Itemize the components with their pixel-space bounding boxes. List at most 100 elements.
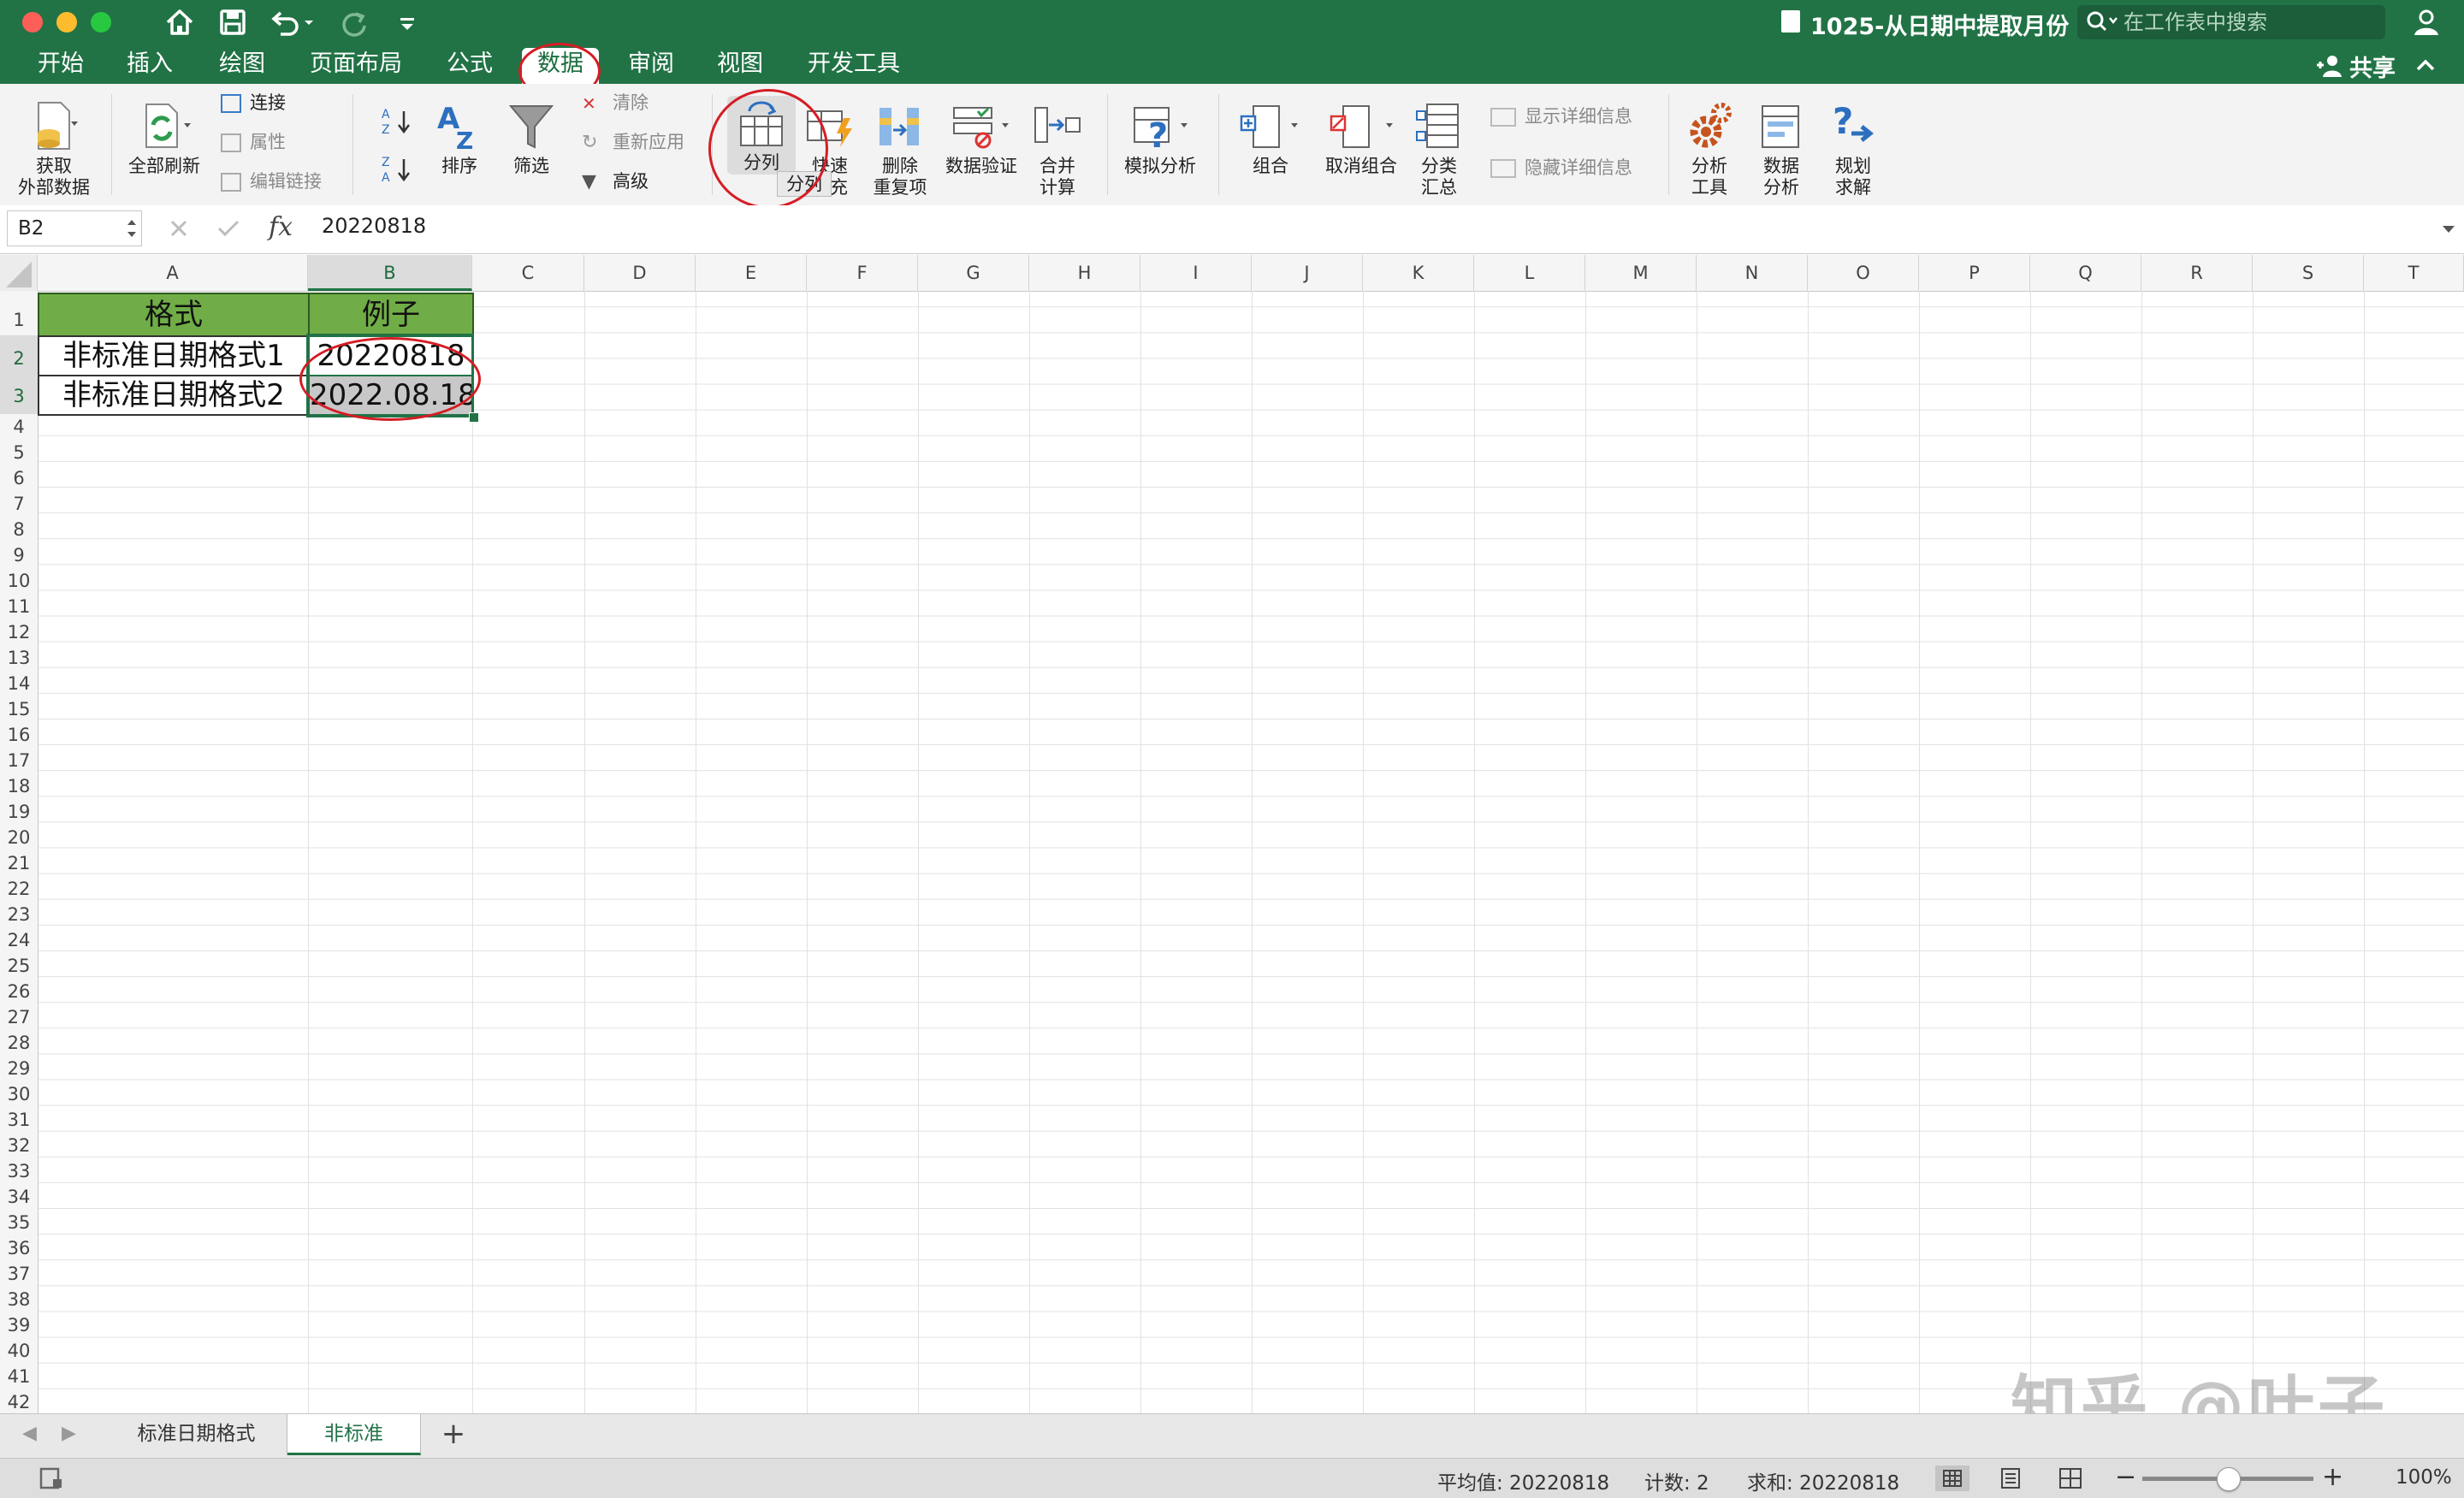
collapse-ribbon-icon[interactable] bbox=[2414, 56, 2437, 74]
row-header-7[interactable]: 7 bbox=[0, 491, 38, 517]
column-header-F[interactable]: F bbox=[807, 255, 918, 291]
tab-review[interactable]: 审阅 bbox=[628, 50, 674, 79]
column-header-E[interactable]: E bbox=[696, 255, 807, 291]
column-header-H[interactable]: H bbox=[1029, 255, 1140, 291]
insert-function-icon[interactable]: fx bbox=[269, 212, 293, 242]
expand-formula-bar-icon[interactable] bbox=[2440, 222, 2457, 236]
column-header-N[interactable]: N bbox=[1697, 255, 1808, 291]
row-header-11[interactable]: 11 bbox=[0, 594, 38, 619]
row-header-25[interactable]: 25 bbox=[0, 953, 38, 979]
zoom-level[interactable]: 100% bbox=[2396, 1466, 2452, 1489]
row-header-20[interactable]: 20 bbox=[0, 825, 38, 850]
row-header-2[interactable]: 2 bbox=[0, 335, 38, 375]
customize-toolbar-icon[interactable] bbox=[394, 5, 421, 39]
page-break-view-icon[interactable] bbox=[2057, 1465, 2084, 1491]
what-if-analysis-button[interactable]: ? 模拟分析 bbox=[1121, 99, 1199, 177]
edit-links-button[interactable]: 编辑链接 bbox=[221, 169, 322, 193]
row-header-18[interactable]: 18 bbox=[0, 773, 38, 799]
properties-button[interactable]: 属性 bbox=[221, 130, 286, 154]
zoom-window-button[interactable] bbox=[91, 12, 111, 33]
row-header-30[interactable]: 30 bbox=[0, 1081, 38, 1107]
column-header-M[interactable]: M bbox=[1585, 255, 1697, 291]
row-header-19[interactable]: 19 bbox=[0, 799, 38, 825]
sheet-tab-standard-date[interactable]: 标准日期格式 bbox=[106, 1414, 287, 1455]
column-header-K[interactable]: K bbox=[1363, 255, 1474, 291]
ungroup-button[interactable]: 取消组合 bbox=[1316, 99, 1407, 177]
formula-input[interactable]: 20220818 bbox=[322, 214, 426, 238]
home-icon[interactable] bbox=[163, 5, 197, 39]
row-header-3[interactable]: 3 bbox=[0, 375, 38, 414]
row-header-34[interactable]: 34 bbox=[0, 1184, 38, 1210]
column-header-T[interactable]: T bbox=[2364, 255, 2464, 291]
filter-button[interactable]: 筛选 bbox=[505, 99, 558, 177]
cancel-entry-icon[interactable] bbox=[168, 217, 190, 240]
column-header-O[interactable]: O bbox=[1808, 255, 1919, 291]
row-header-12[interactable]: 12 bbox=[0, 619, 38, 645]
tab-home[interactable]: 开始 bbox=[38, 50, 84, 79]
row-header-38[interactable]: 38 bbox=[0, 1287, 38, 1312]
fill-handle[interactable] bbox=[469, 412, 479, 423]
zoom-in-icon[interactable]: + bbox=[2322, 1462, 2343, 1492]
advanced-filter-button[interactable]: ▼ 高级 bbox=[582, 169, 649, 193]
column-header-C[interactable]: C bbox=[472, 255, 584, 291]
row-header-41[interactable]: 41 bbox=[0, 1364, 38, 1389]
sort-ascending-icon[interactable]: A Z bbox=[380, 104, 414, 139]
connections-button[interactable]: 连接 bbox=[221, 91, 286, 115]
column-header-I[interactable]: I bbox=[1140, 255, 1252, 291]
column-header-D[interactable]: D bbox=[584, 255, 696, 291]
row-header-33[interactable]: 33 bbox=[0, 1158, 38, 1184]
reapply-button[interactable]: ↻ 重新应用 bbox=[582, 130, 684, 154]
row-header-13[interactable]: 13 bbox=[0, 645, 38, 671]
row-header-31[interactable]: 31 bbox=[0, 1107, 38, 1133]
show-detail-button[interactable]: 显示详细信息 bbox=[1490, 104, 1632, 128]
row-header-17[interactable]: 17 bbox=[0, 748, 38, 773]
confirm-entry-icon[interactable] bbox=[216, 217, 241, 240]
sort-button[interactable]: A Z 排序 bbox=[433, 99, 486, 177]
row-header-8[interactable]: 8 bbox=[0, 517, 38, 542]
page-layout-view-icon[interactable] bbox=[1997, 1465, 2024, 1491]
row-header-22[interactable]: 22 bbox=[0, 876, 38, 902]
sort-descending-icon[interactable]: Z A bbox=[380, 152, 414, 187]
row-header-39[interactable]: 39 bbox=[0, 1312, 38, 1338]
add-sheet-button[interactable]: + bbox=[433, 1414, 474, 1455]
tab-view[interactable]: 视图 bbox=[717, 50, 763, 79]
column-header-G[interactable]: G bbox=[918, 255, 1029, 291]
remove-duplicates-button[interactable]: 删除 重复项 bbox=[866, 99, 934, 198]
column-header-P[interactable]: P bbox=[1919, 255, 2030, 291]
name-box-stepper-icon[interactable] bbox=[125, 216, 139, 241]
row-header-32[interactable]: 32 bbox=[0, 1133, 38, 1158]
row-header-15[interactable]: 15 bbox=[0, 696, 38, 722]
cell-A2[interactable]: 非标准日期格式1 bbox=[38, 335, 310, 376]
row-header-27[interactable]: 27 bbox=[0, 1004, 38, 1030]
row-header-14[interactable]: 14 bbox=[0, 671, 38, 696]
hide-detail-button[interactable]: 隐藏详细信息 bbox=[1490, 156, 1632, 180]
analysis-tools-button[interactable]: 分析 工具 bbox=[1682, 99, 1737, 198]
tab-developer[interactable]: 开发工具 bbox=[808, 50, 900, 79]
tab-page-layout[interactable]: 页面布局 bbox=[310, 50, 402, 79]
column-header-R[interactable]: R bbox=[2141, 255, 2253, 291]
row-header-23[interactable]: 23 bbox=[0, 902, 38, 927]
column-header-J[interactable]: J bbox=[1252, 255, 1363, 291]
tab-formulas[interactable]: 公式 bbox=[447, 50, 493, 79]
select-all-corner[interactable] bbox=[0, 255, 38, 291]
row-header-26[interactable]: 26 bbox=[0, 979, 38, 1004]
search-input[interactable]: 在工作表中搜索 bbox=[2077, 5, 2385, 39]
clear-filter-button[interactable]: ✕ 清除 bbox=[582, 91, 649, 115]
next-sheet-icon[interactable]: ▶ bbox=[62, 1423, 76, 1444]
column-header-A[interactable]: A bbox=[38, 255, 308, 291]
zoom-out-icon[interactable]: − bbox=[2115, 1462, 2136, 1492]
row-header-21[interactable]: 21 bbox=[0, 850, 38, 876]
row-header-5[interactable]: 5 bbox=[0, 440, 38, 465]
cell-A3[interactable]: 非标准日期格式2 bbox=[38, 375, 310, 416]
row-header-24[interactable]: 24 bbox=[0, 927, 38, 953]
row-header-29[interactable]: 29 bbox=[0, 1056, 38, 1081]
column-header-S[interactable]: S bbox=[2253, 255, 2364, 291]
row-header-10[interactable]: 10 bbox=[0, 568, 38, 594]
data-analysis-button[interactable]: 数据 分析 bbox=[1754, 99, 1809, 198]
close-window-button[interactable] bbox=[22, 12, 43, 33]
normal-view-icon[interactable] bbox=[1935, 1465, 1969, 1491]
row-header-1[interactable]: 1 bbox=[0, 294, 38, 335]
name-box[interactable]: B2 bbox=[7, 210, 142, 246]
get-external-data-button[interactable]: 获取 外部数据 bbox=[12, 99, 96, 198]
column-header-L[interactable]: L bbox=[1474, 255, 1585, 291]
